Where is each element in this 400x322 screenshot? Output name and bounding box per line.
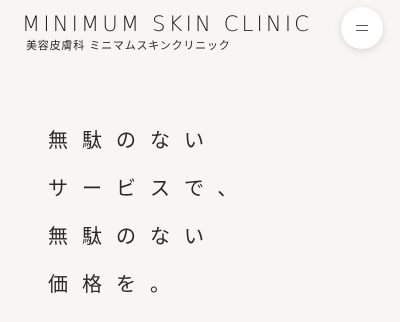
hamburger-menu-icon — [356, 23, 368, 33]
hero-line-1: 無駄のない — [48, 128, 218, 152]
hero-line-3: 無駄のない — [48, 224, 218, 248]
site-logo[interactable]: MINIMUM SKIN CLINIC 美容皮膚科 ミニマムスキンクリニック — [22, 11, 312, 53]
logo-subtitle: 美容皮膚科 ミニマムスキンクリニック — [26, 39, 231, 52]
logo-wordmark: MINIMUM SKIN CLINIC — [22, 12, 313, 36]
hero-line-2: サービスで、 — [48, 176, 252, 200]
menu-button[interactable] — [341, 7, 383, 49]
hero-line-4: 価格を。 — [48, 272, 184, 296]
hero-copy: 無駄のない サービスで、 無駄のない 価格を。 — [48, 130, 251, 322]
site-header: MINIMUM SKIN CLINIC 美容皮膚科 ミニマムスキンクリニック — [0, 0, 400, 70]
